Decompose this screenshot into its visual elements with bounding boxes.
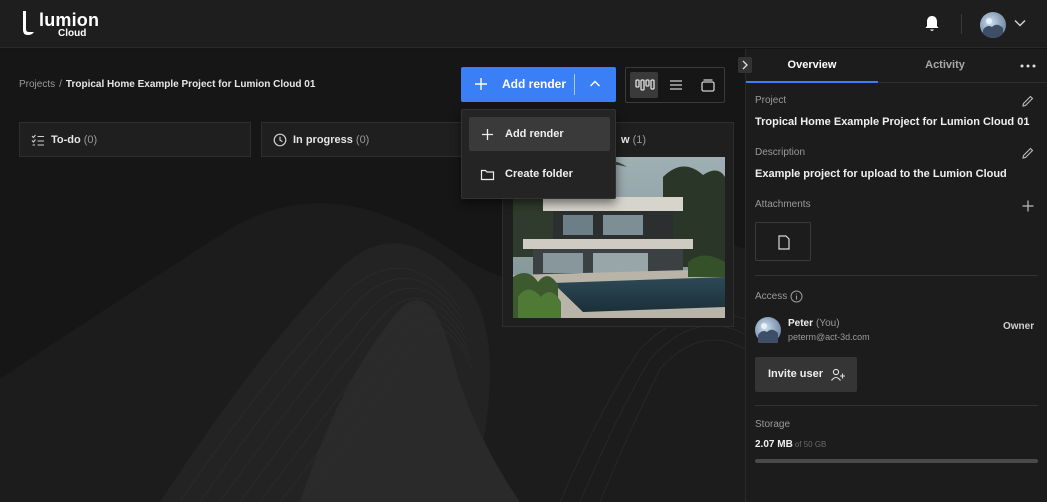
column-in-progress-count: (0): [355, 134, 370, 146]
add-render-separator: [574, 74, 575, 95]
chevron-right-icon: [742, 60, 748, 70]
project-name: Tropical Home Example Project for Lumion…: [755, 116, 1030, 128]
breadcrumb-current: Tropical Home Example Project for Lumion…: [65, 79, 316, 90]
menu-item-add-render-label: Add render: [505, 128, 564, 140]
list-view-button[interactable]: [662, 72, 690, 98]
project-label: Project: [755, 95, 787, 106]
column-in-progress-title: In progress: [293, 134, 353, 146]
column-in-progress[interactable]: In progress (0): [261, 122, 493, 157]
attachments-label: Attachments: [755, 199, 811, 210]
details-panel: Overview Activity Project Tropical Home …: [745, 49, 1047, 502]
user-avatar-top[interactable]: [980, 12, 1006, 38]
user-email: peterm@act-3d.com: [788, 332, 870, 342]
user-name: Peter: [788, 318, 814, 329]
lumion-logo[interactable]: lumion Cloud: [20, 10, 110, 40]
stack-view-icon: [701, 79, 715, 92]
edit-description-icon[interactable]: [1021, 146, 1035, 160]
info-icon[interactable]: [790, 290, 803, 303]
tab-underline: [1012, 82, 1047, 83]
more-options-icon[interactable]: [1018, 57, 1038, 75]
column-review-title: w: [621, 134, 630, 146]
add-render-button[interactable]: Add render: [461, 67, 616, 102]
lumion-mark-icon: [23, 11, 34, 35]
board-area: Projects / Tropical Home Example Project f…: [0, 49, 745, 502]
access-label: Access: [755, 291, 788, 302]
description-label: Description: [755, 147, 806, 158]
storage-used: 2.07 MB: [755, 439, 793, 450]
chevron-up-icon[interactable]: [588, 77, 602, 91]
storage-total: of 50 GB: [794, 440, 827, 449]
column-review-count: (1): [632, 134, 647, 146]
breadcrumb-separator: /: [59, 79, 62, 90]
board-view-button[interactable]: [630, 72, 658, 98]
invite-user-label: Invite user: [768, 368, 824, 380]
tab-activity[interactable]: Activity: [878, 49, 1012, 83]
attachment-item[interactable]: [755, 222, 811, 261]
topbar-divider: [961, 14, 962, 34]
project-description: Example project for upload to the Lumion…: [755, 168, 1007, 180]
user-avatar: [755, 317, 781, 343]
collapse-panel-button[interactable]: [738, 57, 752, 73]
section-divider: [755, 275, 1038, 276]
avatar-image-icon: [983, 18, 1003, 38]
edit-project-icon[interactable]: [1021, 94, 1035, 108]
folder-view-button[interactable]: [694, 72, 722, 98]
chevron-down-icon[interactable]: [1013, 16, 1027, 30]
avatar-image-icon: [758, 323, 778, 343]
storage-progress-bar: [755, 459, 1038, 463]
tab-overview[interactable]: Overview: [746, 49, 878, 83]
section-divider: [755, 405, 1038, 406]
user-role[interactable]: Owner: [1003, 321, 1034, 332]
plus-icon: [475, 78, 487, 90]
folder-icon: [480, 169, 495, 181]
column-to-do[interactable]: To-do (0): [19, 122, 251, 157]
clock-icon: [273, 133, 287, 147]
bell-icon[interactable]: [924, 15, 940, 33]
add-render-label: Add render: [502, 77, 567, 91]
view-switcher: [625, 67, 725, 103]
list-view-icon: [670, 80, 682, 90]
add-user-icon: [831, 368, 845, 381]
column-to-do-title: To-do: [51, 134, 81, 146]
menu-item-create-folder[interactable]: Create folder: [469, 157, 610, 191]
menu-item-create-folder-label: Create folder: [505, 168, 573, 180]
add-attachment-icon[interactable]: [1021, 199, 1035, 213]
storage-label: Storage: [755, 419, 791, 430]
breadcrumb-projects-link[interactable]: Projects: [19, 79, 55, 90]
document-icon: [778, 235, 790, 250]
plus-icon: [482, 129, 493, 140]
user-you-tag: (You): [816, 318, 840, 329]
add-render-dropdown: Add render Create folder: [461, 109, 616, 199]
menu-item-add-render[interactable]: Add render: [469, 117, 610, 151]
board-view-icon: [635, 79, 655, 91]
breadcrumb: Projects / Tropical Home Example Project f…: [19, 79, 315, 90]
invite-user-button[interactable]: Invite user: [755, 357, 857, 392]
checklist-icon: [31, 134, 44, 146]
column-to-do-count: (0): [83, 134, 98, 146]
brand-sub: Cloud: [58, 28, 87, 39]
top-bar: lumion Cloud: [0, 0, 1047, 48]
